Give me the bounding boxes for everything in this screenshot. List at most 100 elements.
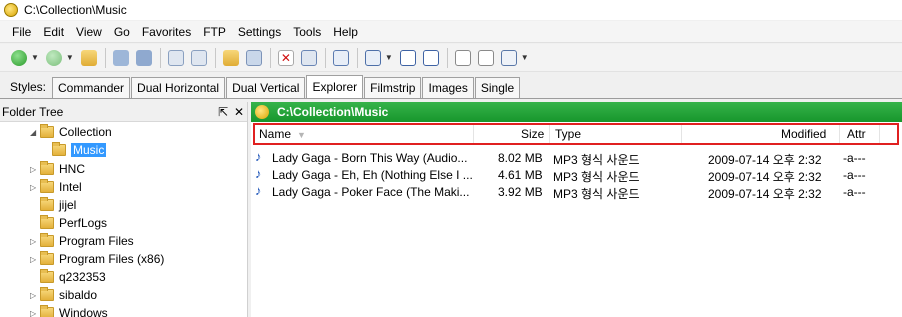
tree-item-intel[interactable]: ▷ Intel	[30, 178, 82, 196]
document-button[interactable]	[475, 47, 497, 69]
tree-item-program-files[interactable]: ▷ Program Files	[30, 232, 134, 250]
style-tab-commander[interactable]: Commander	[52, 77, 131, 98]
forward-button[interactable]	[43, 47, 65, 69]
checklist-button[interactable]	[452, 47, 474, 69]
folder-icon	[40, 161, 54, 175]
column-header-size[interactable]: Size	[521, 127, 544, 141]
menu-help[interactable]: Help	[327, 22, 364, 42]
file-size: 8.02 MB	[498, 151, 543, 165]
style-tab-filmstrip[interactable]: Filmstrip	[364, 77, 422, 98]
preview-pane-button[interactable]	[420, 47, 442, 69]
forward-dropdown-icon[interactable]: ▼	[66, 53, 74, 62]
forward-arrow-icon	[45, 49, 62, 66]
undock-icon[interactable]: ⇱	[215, 105, 231, 119]
column-divider[interactable]	[879, 125, 880, 143]
tree-item-windows[interactable]: ▷ Windows	[30, 304, 108, 317]
menu-favorites[interactable]: Favorites	[136, 22, 197, 42]
undo-button[interactable]	[298, 47, 320, 69]
folder-tree-toggle-button[interactable]	[397, 47, 419, 69]
style-tab-dual-vertical[interactable]: Dual Vertical	[226, 77, 306, 98]
tree-item-sibaldo[interactable]: ▷ sibaldo	[30, 286, 97, 304]
toolbar-separator	[269, 47, 271, 68]
rename-button[interactable]	[243, 47, 265, 69]
edit-button[interactable]	[498, 47, 520, 69]
tree-item-label: PerfLogs	[59, 216, 108, 230]
move-to-icon	[112, 49, 129, 66]
styles-label: Styles:	[10, 79, 47, 94]
tree-item-jijel[interactable]: jijel	[30, 196, 76, 214]
paste-button[interactable]	[188, 47, 210, 69]
column-header-modified[interactable]: Modified	[781, 127, 826, 141]
tree-item-label: Program Files (x86)	[59, 252, 165, 266]
view-mode-dropdown-icon[interactable]: ▼	[385, 53, 393, 62]
menu-view[interactable]: View	[70, 22, 108, 42]
preview-pane-icon	[422, 49, 439, 66]
column-divider[interactable]	[473, 125, 474, 143]
menu-go[interactable]: Go	[108, 22, 136, 42]
title-bar: C:\Collection\Music	[0, 0, 902, 20]
menu-file[interactable]: File	[6, 22, 37, 42]
expand-icon[interactable]: ▷	[30, 291, 40, 300]
expand-icon[interactable]: ▷	[30, 309, 40, 317]
expand-icon[interactable]: ▷	[30, 237, 40, 246]
folder-tree-header: Folder Tree ⇱ ✕	[0, 102, 247, 122]
column-divider[interactable]	[839, 125, 840, 143]
folder-icon	[40, 233, 54, 247]
collapse-icon[interactable]: ◢	[30, 128, 40, 137]
properties-button[interactable]	[330, 47, 352, 69]
column-header-row: Name ▼ Size Type Modified Attr	[253, 123, 899, 145]
folder-icon	[40, 305, 54, 317]
edit-dropdown-icon[interactable]: ▼	[521, 53, 529, 62]
style-tab-single[interactable]: Single	[474, 77, 521, 98]
file-row[interactable]: Lady Gaga - Eh, Eh (Nothing Else I ... 4…	[255, 166, 895, 184]
sort-arrow-icon: ▼	[297, 130, 306, 140]
folder-open-icon	[52, 142, 66, 156]
expand-icon[interactable]: ▷	[30, 165, 40, 174]
tree-item-hnc[interactable]: ▷ HNC	[30, 160, 85, 178]
tree-item-label: q232353	[59, 270, 106, 284]
style-tab-dual-horizontal[interactable]: Dual Horizontal	[131, 77, 226, 98]
close-icon[interactable]: ✕	[231, 105, 247, 119]
style-tab-images[interactable]: Images	[422, 77, 474, 98]
folder-icon	[40, 197, 54, 211]
column-header-name[interactable]: Name ▼	[259, 127, 306, 141]
menu-edit[interactable]: Edit	[37, 22, 70, 42]
copy-to-button[interactable]	[133, 47, 155, 69]
tree-item-music[interactable]: Music	[52, 141, 107, 159]
move-to-button[interactable]	[110, 47, 132, 69]
file-size: 3.92 MB	[498, 185, 543, 199]
style-tab-explorer[interactable]: Explorer	[306, 75, 364, 98]
up-folder-button[interactable]	[78, 47, 100, 69]
tree-item-collection[interactable]: ◢ Collection	[30, 123, 112, 141]
new-folder-icon	[222, 49, 239, 66]
audio-file-icon	[255, 149, 266, 164]
folder-tree-title: Folder Tree	[2, 104, 64, 119]
tree-item-q232353[interactable]: q232353	[30, 268, 106, 286]
expand-icon[interactable]: ▷	[30, 183, 40, 192]
copy-button[interactable]	[165, 47, 187, 69]
delete-button[interactable]: ✕	[275, 47, 297, 69]
file-name: Lady Gaga - Eh, Eh (Nothing Else I ...	[272, 168, 473, 182]
back-button[interactable]	[8, 47, 30, 69]
menu-tools[interactable]: Tools	[287, 22, 327, 42]
expand-icon[interactable]: ▷	[30, 255, 40, 264]
tree-item-perflogs[interactable]: PerfLogs	[30, 214, 107, 232]
folder-icon	[40, 179, 54, 193]
checklist-icon	[454, 49, 471, 66]
menu-ftp[interactable]: FTP	[197, 22, 232, 42]
toolbar-separator	[356, 47, 358, 68]
column-divider[interactable]	[681, 125, 682, 143]
back-dropdown-icon[interactable]: ▼	[31, 53, 39, 62]
folder-icon	[40, 215, 54, 229]
column-header-attr[interactable]: Attr	[847, 127, 866, 141]
column-header-type[interactable]: Type	[555, 127, 581, 141]
view-mode-button[interactable]	[362, 47, 384, 69]
column-divider[interactable]	[549, 125, 550, 143]
tree-item-program-files-x86[interactable]: ▷ Program Files (x86)	[30, 250, 164, 268]
file-row[interactable]: Lady Gaga - Born This Way (Audio... 8.02…	[255, 149, 895, 167]
toolbar-separator	[446, 47, 448, 68]
file-row[interactable]: Lady Gaga - Poker Face (The Maki... 3.92…	[255, 183, 895, 201]
file-attr: -a---	[843, 151, 866, 165]
new-folder-button[interactable]	[220, 47, 242, 69]
menu-settings[interactable]: Settings	[232, 22, 287, 42]
